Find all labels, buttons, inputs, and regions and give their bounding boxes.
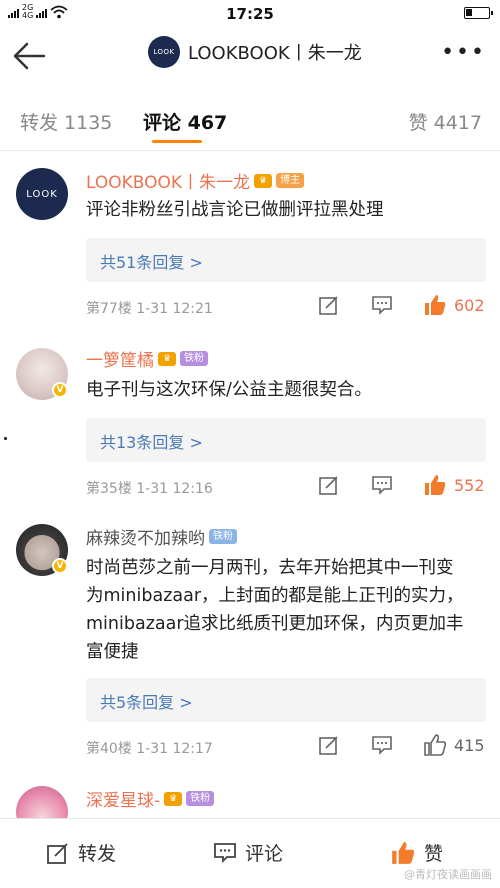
comment-user[interactable]: 麻辣烫不加辣哟 铁粉 — [86, 524, 237, 549]
comment-text: 评论非粉丝引战言论已做删评拉黑处理 — [86, 200, 384, 220]
comment-icon — [372, 296, 392, 315]
comment-meta: 第40楼 1-31 12:17 — [86, 741, 213, 757]
comment-icon — [372, 476, 392, 495]
edit-icon — [319, 736, 338, 755]
like-count: 602 — [454, 296, 485, 315]
fan-badge: 铁粉 — [186, 791, 215, 806]
comment-action[interactable] — [371, 735, 393, 755]
like-action[interactable] — [423, 473, 447, 497]
repost-action[interactable] — [318, 734, 340, 756]
stray-dot — [4, 437, 7, 440]
edit-icon — [47, 842, 68, 864]
comment-icon — [372, 736, 392, 755]
back-button[interactable] — [10, 36, 50, 76]
verified-icon: V — [52, 558, 68, 574]
crown-icon: ♛ — [254, 173, 273, 188]
like-button[interactable]: 赞 — [390, 839, 443, 866]
like-label: 赞 — [424, 843, 444, 865]
status-time: 17:25 — [226, 5, 274, 23]
tab-likes[interactable]: 赞 4417 — [409, 108, 482, 135]
like-action[interactable] — [423, 293, 447, 317]
replies-link[interactable]: 共5条回复 > — [86, 678, 486, 722]
like-count: 552 — [454, 476, 485, 495]
thumbs-up-icon — [424, 734, 447, 756]
replies-count: 共13条回复 > — [100, 433, 203, 452]
like-action[interactable] — [423, 733, 447, 757]
owner-badge: 博主 — [276, 173, 305, 188]
page-title: LOOKBOOK丨朱一龙 — [188, 43, 362, 64]
comment-user[interactable]: 深爱星球- ♛ 铁粉 — [86, 786, 215, 811]
tab-repost[interactable]: 转发 1135 — [20, 108, 112, 135]
nav-bar: LOOK LOOKBOOK丨朱一龙 ••• — [0, 28, 500, 84]
repost-action[interactable] — [318, 294, 340, 316]
bottom-action-bar: 转发 评论 赞 @青灯夜读画画画 — [0, 818, 500, 888]
user-name: 一箩筐橘 — [86, 351, 154, 371]
fan-badge: 铁粉 — [180, 351, 208, 366]
comment-label: 评论 — [245, 843, 284, 865]
thumbs-up-icon — [425, 295, 446, 315]
user-name: LOOKBOOK丨朱一龙 — [86, 173, 251, 193]
tab-active-indicator — [152, 140, 202, 143]
repost-button[interactable]: 转发 — [46, 839, 116, 866]
comment-user[interactable]: LOOKBOOK丨朱一龙 ♛ 博主 — [86, 168, 305, 193]
comment-meta: 第35楼 1-31 12:16 — [86, 481, 213, 497]
status-bar: 2G 4G 17:25 — [0, 0, 500, 28]
battery-icon — [464, 7, 493, 19]
thumbs-up-icon — [425, 475, 446, 495]
comment-action[interactable] — [371, 475, 393, 495]
comment-icon — [214, 842, 236, 863]
arrow-left-icon — [13, 42, 46, 70]
verified-icon: V — [52, 382, 68, 398]
tab-bar: 转发 1135 评论 467 赞 4417 — [0, 96, 500, 146]
comment-action[interactable] — [371, 295, 393, 315]
crown-icon: ♛ — [158, 351, 176, 366]
nav-title-group[interactable]: LOOK LOOKBOOK丨朱一龙 — [148, 36, 362, 68]
comment-text: 电子刊与这次环保/公益主题很契合。 — [86, 380, 372, 400]
edit-icon — [319, 476, 338, 495]
tab-comments[interactable]: 评论 467 — [143, 108, 227, 135]
more-icon[interactable]: ••• — [441, 42, 486, 64]
replies-link[interactable]: 共13条回复 > — [86, 418, 486, 462]
repost-label: 转发 — [78, 843, 117, 865]
like-count: 415 — [454, 736, 485, 755]
comment-meta: 第77楼 1-31 12:21 — [86, 301, 213, 317]
comment-button[interactable]: 评论 — [213, 839, 283, 866]
fan-badge: 铁粉 — [209, 529, 237, 544]
comment-user[interactable]: 一箩筐橘 ♛ 铁粉 — [86, 346, 208, 371]
replies-count: 共5条回复 > — [100, 693, 193, 712]
watermark: @青灯夜读画画画 — [404, 868, 492, 881]
divider — [0, 150, 500, 151]
user-name: 麻辣烫不加辣哟 — [86, 529, 205, 549]
thumbs-up-icon — [392, 841, 415, 864]
edit-icon — [319, 296, 338, 315]
comment-text: 时尚芭莎之前一月两刊，去年开始把其中一刊变为minibazaar，上封面的都是能… — [86, 558, 464, 662]
repost-action[interactable] — [318, 474, 340, 496]
user-name: 深爱星球- — [86, 791, 161, 811]
avatar[interactable]: LOOK — [16, 168, 68, 220]
replies-count: 共51条回复 > — [100, 253, 203, 272]
crown-icon: ♛ — [164, 791, 183, 806]
replies-link[interactable]: 共51条回复 > — [86, 238, 486, 282]
account-logo: LOOK — [148, 36, 180, 68]
